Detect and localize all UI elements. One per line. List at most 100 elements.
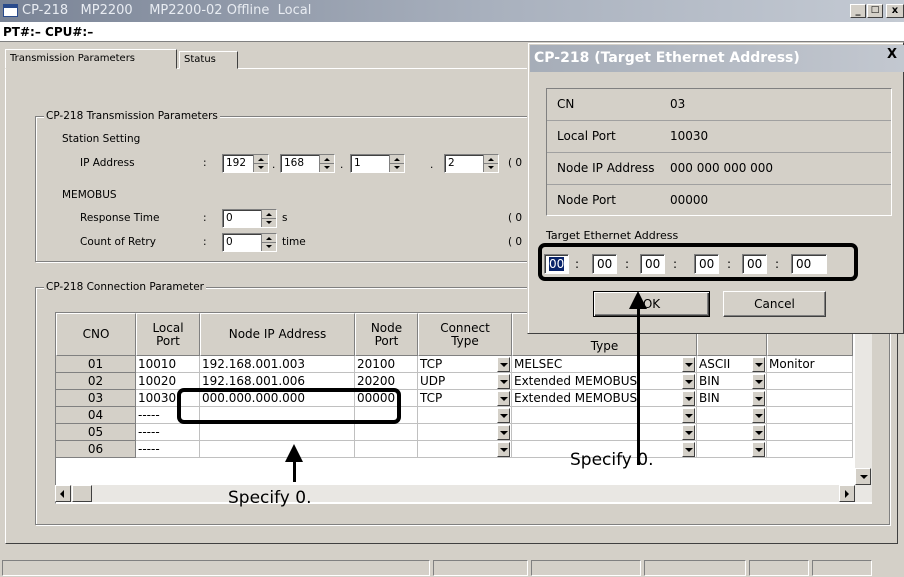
tab-transmission-parameters[interactable]: Transmission Parameters (5, 49, 177, 69)
cell-code[interactable] (697, 407, 767, 424)
ip-octet-4-input[interactable]: 2 (444, 154, 499, 173)
close-button[interactable]: x (886, 4, 904, 18)
cancel-button[interactable]: Cancel (723, 291, 826, 317)
cell-connect[interactable]: TCP (418, 356, 512, 373)
header-cno[interactable]: CNO (56, 313, 136, 356)
scroll-thumb[interactable] (72, 485, 92, 502)
scroll-left-button[interactable] (55, 485, 71, 502)
dropdown-arrow-icon[interactable] (752, 391, 765, 406)
window-title-bar[interactable]: CP-218 MP2200 MP2200-02 Offline Local (0, 0, 904, 22)
ip-octet-3-input[interactable]: 1 (350, 154, 405, 173)
dropdown-arrow-icon[interactable] (682, 357, 695, 372)
header-connect-type[interactable]: Connect Type (418, 313, 512, 356)
response-time-input[interactable]: 0 (222, 209, 277, 228)
pt-cpu-bar: PT#:– CPU#:– (0, 22, 904, 42)
cell-code[interactable] (697, 441, 767, 458)
ok-button[interactable]: OK (593, 291, 710, 317)
dropdown-arrow-icon[interactable] (497, 391, 510, 406)
dropdown-arrow-icon[interactable] (682, 408, 695, 423)
app-icon (3, 4, 18, 17)
cell-code[interactable] (697, 424, 767, 441)
scroll-down-button[interactable] (855, 468, 871, 485)
info-row-node-ip: Node IP Address 000 000 000 000 (547, 153, 891, 185)
target-ethernet-label: Target Ethernet Address (546, 229, 679, 242)
dropdown-arrow-icon[interactable] (682, 425, 695, 440)
dialog-close-icon[interactable]: X (884, 48, 900, 63)
dropdown-arrow-icon[interactable] (682, 442, 695, 457)
transmission-group-title: CP-218 Transmission Parameters (44, 110, 220, 123)
cell-cno[interactable]: 06 (56, 441, 136, 458)
cell-node-port[interactable]: 20100 (355, 356, 418, 373)
tab-status[interactable]: Status (179, 51, 238, 69)
cell-type[interactable]: Extended MEMOBUS (512, 373, 697, 390)
cell-type[interactable]: MELSEC (512, 356, 697, 373)
cell-type[interactable] (512, 424, 697, 441)
cell-node-port[interactable] (355, 424, 418, 441)
response-time-spinner[interactable] (261, 210, 276, 227)
dialog-title-bar[interactable]: CP-218 (Target Ethernet Address) (530, 45, 904, 72)
cell-connect[interactable] (418, 407, 512, 424)
dropdown-arrow-icon[interactable] (682, 374, 695, 389)
status-pane-6 (812, 560, 872, 576)
dropdown-arrow-icon[interactable] (497, 357, 510, 372)
cell-extra[interactable] (767, 441, 853, 458)
cell-node-ip[interactable]: 192.168.001.003 (200, 356, 355, 373)
cell-cno[interactable]: 02 (56, 373, 136, 390)
dropdown-arrow-icon[interactable] (752, 425, 765, 440)
count-retry-input[interactable]: 0 (222, 233, 277, 252)
grid-vertical-scrollbar[interactable] (855, 312, 872, 485)
cell-type[interactable]: Extended MEMOBUS (512, 390, 697, 407)
count-retry-spinner[interactable] (261, 234, 276, 251)
cell-local-port[interactable]: 10010 (136, 356, 200, 373)
cell-connect[interactable] (418, 441, 512, 458)
status-pane-2 (433, 560, 528, 576)
response-time-hint: ( 0 (508, 212, 523, 224)
dropdown-arrow-icon[interactable] (752, 408, 765, 423)
cell-code[interactable]: BIN (697, 390, 767, 407)
ip-octet-4-spinner[interactable] (483, 155, 498, 172)
dropdown-arrow-icon[interactable] (497, 442, 510, 457)
dropdown-arrow-icon[interactable] (497, 425, 510, 440)
ip-octet-3-spinner[interactable] (389, 155, 404, 172)
cell-node-port[interactable] (355, 441, 418, 458)
cell-extra[interactable]: Monitor (767, 356, 853, 373)
cell-cno[interactable]: 04 (56, 407, 136, 424)
cell-code[interactable]: ASCII (697, 356, 767, 373)
header-local-port[interactable]: Local Port (136, 313, 200, 356)
cell-code[interactable]: BIN (697, 373, 767, 390)
cell-cno[interactable]: 03 (56, 390, 136, 407)
header-node-port[interactable]: Node Port (355, 313, 418, 356)
cell-node-ip[interactable] (200, 441, 355, 458)
dropdown-arrow-icon[interactable] (497, 408, 510, 423)
minimize-button[interactable]: _ (850, 4, 866, 18)
ip-address-label: IP Address (80, 157, 135, 169)
header-node-ip[interactable]: Node IP Address (200, 313, 355, 356)
ip-octet-2-input[interactable]: 168 (280, 154, 335, 173)
cell-connect[interactable]: TCP (418, 390, 512, 407)
ip-octet-2-spinner[interactable] (319, 155, 334, 172)
status-pane-5 (749, 560, 809, 576)
grid-horizontal-scrollbar[interactable] (55, 485, 872, 502)
cell-type[interactable] (512, 407, 697, 424)
cell-extra[interactable] (767, 407, 853, 424)
cell-connect[interactable] (418, 424, 512, 441)
maximize-button[interactable]: □ (867, 4, 883, 18)
scroll-right-button[interactable] (839, 485, 855, 502)
dropdown-arrow-icon[interactable] (752, 357, 765, 372)
cell-extra[interactable] (767, 424, 853, 441)
cell-local-port[interactable]: ----- (136, 441, 200, 458)
cell-cno[interactable]: 01 (56, 356, 136, 373)
cell-extra[interactable] (767, 373, 853, 390)
dropdown-arrow-icon[interactable] (752, 442, 765, 457)
ip-octet-1-spinner[interactable] (253, 155, 268, 172)
dropdown-arrow-icon[interactable] (497, 374, 510, 389)
ip-octet-1-input[interactable]: 192 (222, 154, 269, 173)
dialog-title: CP-218 (Target Ethernet Address) (534, 50, 800, 66)
cell-cno[interactable]: 05 (56, 424, 136, 441)
cell-local-port[interactable]: ----- (136, 424, 200, 441)
cell-node-ip[interactable] (200, 424, 355, 441)
cell-connect[interactable]: UDP (418, 373, 512, 390)
dropdown-arrow-icon[interactable] (682, 391, 695, 406)
cell-extra[interactable] (767, 390, 853, 407)
dropdown-arrow-icon[interactable] (752, 374, 765, 389)
